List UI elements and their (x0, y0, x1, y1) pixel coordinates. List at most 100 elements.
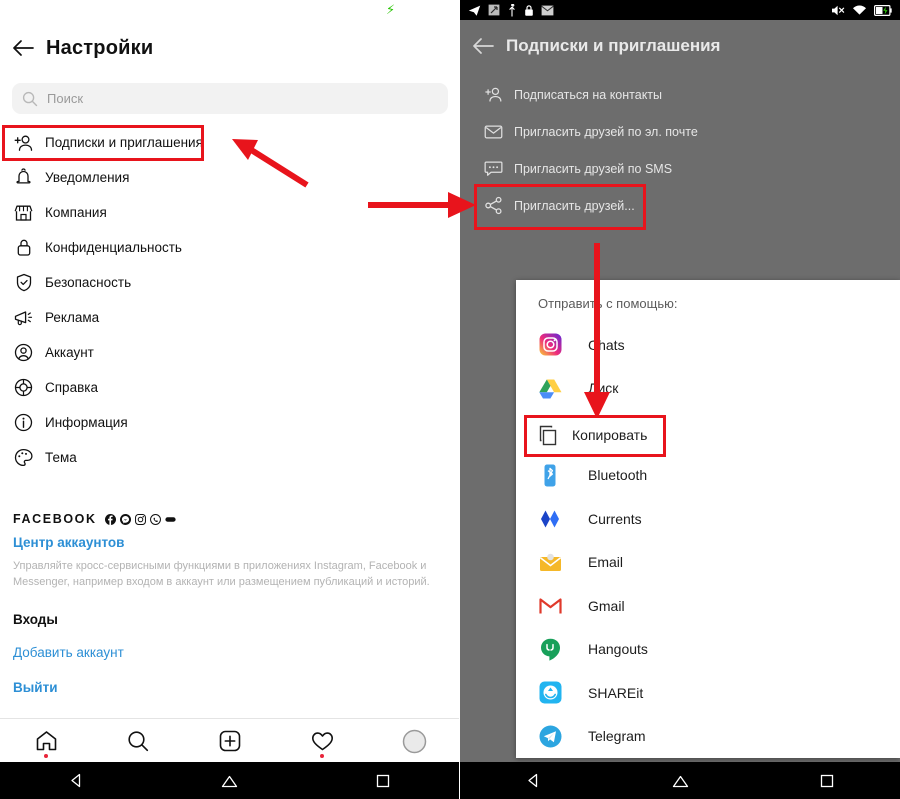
sidebar-item-label: Конфиденциальность (45, 240, 182, 255)
tab-activity[interactable] (276, 719, 368, 763)
usb-icon (509, 3, 515, 16)
avatar-icon (402, 729, 426, 753)
back-arrow-icon[interactable] (0, 37, 46, 60)
sidebar-item-notifications[interactable]: Уведомления (0, 160, 460, 195)
sidebar-item-about[interactable]: Информация (0, 405, 460, 440)
share-item-currents[interactable]: Currents (516, 497, 900, 541)
share-item-shareit[interactable]: SHAREit (516, 671, 900, 715)
sidebar-item-business[interactable]: Компания (0, 195, 460, 230)
left-status-bar: ⚡ (0, 0, 460, 22)
mail-icon (484, 122, 503, 141)
tab-profile[interactable] (368, 719, 460, 763)
home-badge (44, 754, 48, 758)
share-item-label: SHAREit (588, 684, 644, 701)
lifebuoy-icon (13, 377, 34, 398)
lock-icon (525, 4, 533, 16)
android-home-icon[interactable] (153, 774, 306, 788)
battery-charging-icon (874, 4, 892, 16)
left-android-nav-bar (0, 762, 460, 799)
share-item-telegram[interactable]: Telegram (516, 715, 900, 759)
sidebar-item-label: Информация (45, 415, 128, 430)
share-sheet-title: Отправить с помощью: (538, 296, 678, 311)
android-back-icon[interactable] (460, 773, 607, 788)
share-item-drive[interactable]: Диск (516, 367, 900, 411)
whatsapp-icon (149, 513, 161, 525)
share-item-label: Hangouts (588, 641, 648, 658)
email-icon (538, 550, 562, 574)
messenger-icon (119, 513, 131, 525)
sidebar-item-privacy[interactable]: Конфиденциальность (0, 230, 460, 265)
facebook-word: FACEBOOK (13, 512, 97, 526)
sidebar-item-label: Уведомления (45, 170, 130, 185)
sidebar-item-label: Компания (45, 205, 107, 220)
accounts-center-link[interactable]: Центр аккаунтов (13, 535, 443, 550)
left-header: Настройки (0, 22, 460, 74)
sms-icon (484, 159, 503, 178)
wifi-icon (853, 5, 866, 15)
logins-heading: Входы (13, 612, 58, 627)
android-home-icon[interactable] (607, 774, 754, 788)
tab-create[interactable] (184, 719, 276, 763)
facebook-icon (104, 513, 116, 525)
copy-icon-overlay (538, 425, 559, 446)
mail-icon (541, 5, 554, 15)
sidebar-item-label: Безопасность (45, 275, 132, 290)
right-header: Подписки и приглашения (460, 20, 900, 72)
telegram-icon (538, 724, 562, 748)
sidebar-item-label: Тема (45, 450, 77, 465)
share-item-gmail[interactable]: Gmail (516, 584, 900, 628)
right-phone-panel: Подписки и приглашения Подписаться на ко… (460, 0, 900, 799)
search-placeholder: Поиск (47, 91, 84, 106)
facebook-section: FACEBOOK Центр аккаунтов Управляйте крос… (13, 512, 443, 695)
search-icon (22, 91, 38, 106)
menu-item-label: Пригласить друзей по SMS (514, 161, 673, 176)
menu-item-invite-friends-share[interactable]: Пригласить друзей... (460, 187, 900, 224)
menu-item-invite-sms[interactable]: Пригласить друзей по SMS (460, 150, 900, 187)
sidebar-item-account[interactable]: Аккаунт (0, 335, 460, 370)
share-item-hangouts[interactable]: Hangouts (516, 628, 900, 672)
share-item-label: Currents (588, 510, 642, 527)
add-person-icon (13, 132, 34, 153)
share-item-bluetooth[interactable]: Bluetooth (516, 454, 900, 498)
sidebar-item-security[interactable]: Безопасность (0, 265, 460, 300)
currents-icon (538, 507, 562, 531)
share-item-label: Telegram (588, 728, 646, 745)
lock-icon (13, 237, 34, 258)
share-item-chats[interactable]: Chats (516, 323, 900, 367)
palette-icon (13, 447, 34, 468)
share-item-label: Диск (588, 380, 619, 397)
add-account-link[interactable]: Добавить аккаунт (13, 645, 443, 660)
facebook-description: Управляйте кросс-сервисными функциями в … (13, 560, 430, 588)
copy-label-overlay: Копировать (572, 427, 648, 443)
charging-bolt-icon: ⚡ (386, 2, 396, 17)
sidebar-item-subscriptions[interactable]: Подписки и приглашения (0, 125, 460, 160)
share-item-label: Email (588, 554, 624, 571)
shield-check-icon (13, 272, 34, 293)
sidebar-item-label: Справка (45, 380, 98, 395)
store-icon (13, 202, 34, 223)
mute-icon (832, 5, 845, 15)
share-item-email[interactable]: Email (516, 541, 900, 585)
oculus-icon (165, 516, 176, 522)
tab-search[interactable] (92, 719, 184, 763)
tab-home[interactable] (0, 719, 92, 763)
instagram-icon (538, 333, 562, 357)
bluetooth-icon (538, 463, 562, 487)
menu-item-label: Пригласить друзей по эл. почте (514, 124, 698, 139)
screenshot-icon (488, 4, 500, 16)
android-recents-icon[interactable] (307, 774, 460, 788)
android-recents-icon[interactable] (753, 774, 900, 788)
hangouts-icon (538, 637, 562, 661)
logout-link[interactable]: Выйти (13, 680, 443, 695)
menu-item-invite-email[interactable]: Пригласить друзей по эл. почте (460, 113, 900, 150)
android-back-icon[interactable] (0, 773, 153, 788)
activity-badge (320, 754, 324, 758)
sidebar-item-ads[interactable]: Реклама (0, 300, 460, 335)
search-input[interactable]: Поиск (12, 83, 448, 114)
sidebar-item-theme[interactable]: Тема (0, 440, 460, 475)
sidebar-item-label: Реклама (45, 310, 100, 325)
back-arrow-icon[interactable] (460, 35, 506, 58)
menu-item-follow-contacts[interactable]: Подписаться на контакты (460, 76, 900, 113)
sidebar-item-help[interactable]: Справка (0, 370, 460, 405)
left-phone-panel: ⚡ Настройки Поиск Подписки и приглашения (0, 0, 460, 799)
